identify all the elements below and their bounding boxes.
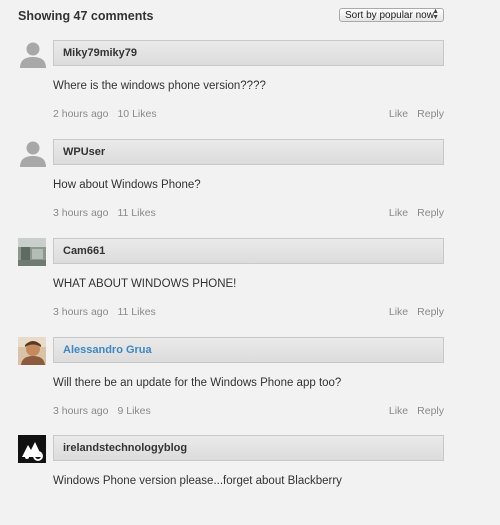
author-name[interactable]: Alessandro Grua	[63, 344, 152, 356]
comment-actions: Like Reply	[389, 405, 444, 417]
comment-actions: Like Reply	[389, 108, 444, 120]
reply-button[interactable]: Reply	[417, 405, 444, 417]
like-count[interactable]: 11 Likes	[117, 306, 155, 318]
default-person-icon	[18, 40, 46, 68]
author-bar: Miky79miky79	[53, 40, 444, 66]
sort-dropdown[interactable]: Sort by popular now ▲ ▼	[339, 8, 444, 22]
comment-time: 2 hours ago	[53, 108, 109, 120]
like-button[interactable]: Like	[389, 405, 408, 417]
comment-meta: 3 hours ago 11 Likes	[53, 306, 156, 318]
comment-actions: Like Reply	[389, 207, 444, 219]
like-button[interactable]: Like	[389, 207, 408, 219]
comment-text: Will there be an update for the Windows …	[53, 377, 342, 389]
reply-button[interactable]: Reply	[417, 207, 444, 219]
comment-item: WPUser How about Windows Phone? 3 hours …	[18, 139, 444, 229]
photo-avatar	[18, 337, 46, 365]
comment-item: Miky79miky79 Where is the windows phone …	[18, 40, 444, 130]
comment-meta: 3 hours ago 9 Likes	[53, 405, 151, 417]
comment-meta: 2 hours ago 10 Likes	[53, 108, 157, 120]
comment-text: Where is the windows phone version????	[53, 80, 266, 92]
like-count[interactable]: 9 Likes	[117, 405, 150, 417]
comment-meta: 3 hours ago 11 Likes	[53, 207, 156, 219]
comment-actions: Like Reply	[389, 306, 444, 318]
author-bar: WPUser	[53, 139, 444, 165]
author-name[interactable]: Cam661	[63, 245, 105, 257]
comment-time: 3 hours ago	[53, 306, 109, 318]
comment-text: WHAT ABOUT WINDOWS PHONE!	[53, 278, 237, 290]
author-name[interactable]: irelandstechnologyblog	[63, 442, 187, 454]
photo-avatar	[18, 238, 46, 266]
avatar[interactable]	[18, 337, 46, 365]
like-button[interactable]: Like	[389, 108, 408, 120]
reply-button[interactable]: Reply	[417, 108, 444, 120]
comment-text: Windows Phone version please...forget ab…	[53, 475, 342, 487]
author-bar: Alessandro Grua	[53, 337, 444, 363]
author-name[interactable]: Miky79miky79	[63, 47, 137, 59]
comment-count-title: Showing 47 comments	[18, 9, 154, 23]
updown-arrows-icon: ▲ ▼	[432, 8, 439, 21]
comments-header: Showing 47 comments Sort by popular now …	[18, 8, 444, 26]
comment-time: 3 hours ago	[53, 207, 109, 219]
default-person-icon	[18, 139, 46, 167]
reply-button[interactable]: Reply	[417, 306, 444, 318]
comment-item: Cam661 WHAT ABOUT WINDOWS PHONE! 3 hours…	[18, 238, 444, 328]
avatar[interactable]	[18, 40, 46, 68]
comment-item: irelandstechnologyblog Windows Phone ver…	[18, 435, 444, 525]
author-name[interactable]: WPUser	[63, 146, 105, 158]
like-count[interactable]: 10 Likes	[117, 108, 156, 120]
like-button[interactable]: Like	[389, 306, 408, 318]
avatar[interactable]	[18, 435, 46, 463]
logo-avatar	[18, 435, 46, 463]
avatar[interactable]	[18, 139, 46, 167]
author-bar: Cam661	[53, 238, 444, 264]
avatar[interactable]	[18, 238, 46, 266]
author-bar: irelandstechnologyblog	[53, 435, 444, 461]
like-count[interactable]: 11 Likes	[117, 207, 155, 219]
comment-time: 3 hours ago	[53, 405, 109, 417]
comment-item: Alessandro Grua Will there be an update …	[18, 337, 444, 427]
sort-selected-label: Sort by popular now	[345, 10, 434, 21]
comment-text: How about Windows Phone?	[53, 179, 201, 191]
